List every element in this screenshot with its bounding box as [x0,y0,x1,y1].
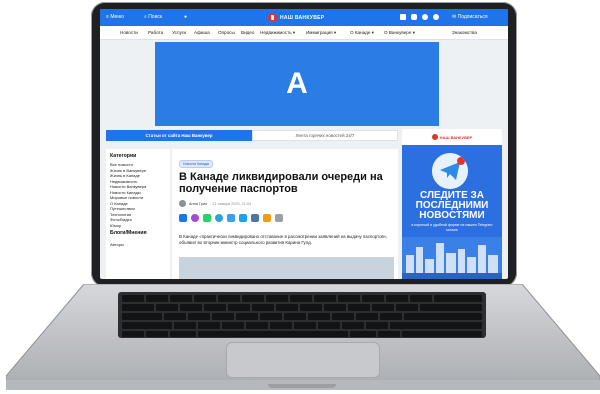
article-title[interactable]: В Канаде ликвидировали очереди на получе… [179,171,394,195]
article-image[interactable] [179,257,394,279]
email-share-icon[interactable] [227,214,235,222]
author-name[interactable]: Анна Грин [189,202,207,206]
subscribe-button[interactable]: ✉ Подписаться [452,14,488,20]
nav-item[interactable]: Иммиграция ▾ [306,30,336,36]
ad-logo: НАШ ВАНКУВЕР [402,129,502,145]
sidebar-item[interactable]: Жизнь в Ванкувере [110,168,146,173]
sidebar-item[interactable]: Путешествия [110,206,135,211]
nav-item[interactable]: Новости [120,30,138,35]
banner-letter: A [286,67,308,100]
nav-item[interactable]: Недвижимость ▾ [260,30,295,36]
telegram-share-icon[interactable] [215,214,223,222]
subscribe-label: Подписаться [457,14,488,20]
nav-item[interactable]: Видео [241,30,254,35]
tab-site-articles[interactable]: Статьи от сайта Наш Ванкувер [106,130,252,141]
sidebar-item[interactable]: Все новости [110,162,133,167]
facebook-share-icon[interactable] [179,214,187,222]
sidebar-heading: Категории [110,153,137,159]
sidebar-item[interactable]: Юмор [110,223,121,228]
logo-mark-icon [268,13,277,22]
nav-item[interactable]: Афиша [194,30,210,35]
user-icon[interactable]: ● [184,14,187,20]
site-logo[interactable]: НАШ ВАНКУВЕР [268,12,324,23]
city-skyline-image [402,237,502,279]
link-share-icon[interactable] [275,214,283,222]
telegram-ad[interactable]: НАШ ВАНКУВЕР СЛЕДИТЕ ЗА ПОСЛЕДНИМИ НОВОС… [402,129,502,279]
ok-share-icon[interactable] [263,214,271,222]
logo-text: НАШ ВАНКУВЕР [280,14,325,21]
nav-item[interactable]: О Ванкувере ▾ [384,30,415,36]
article-lead: В Канаде «практически ликвидировано отст… [179,234,388,245]
instagram-icon[interactable] [411,14,417,20]
article-meta: Анна Грин · 21 января 2023, 21:04 [179,200,251,207]
ad-banner[interactable]: A [155,42,439,126]
sidebar-item[interactable]: Новости Ванкувера [110,184,146,189]
ad-subtext: в короткой и удобной форме на нашем Tele… [411,223,493,232]
menu-label: Меню [110,14,124,20]
avatar [179,200,186,207]
category-badge[interactable]: Новости Канады [179,160,214,168]
sidebar-item[interactable]: Недвижимость [110,179,138,184]
telegram-icon[interactable] [433,14,439,20]
ad-logo-text: НАШ ВАНКУВЕР [439,134,473,140]
nav-item[interactable]: Знакомства [452,30,477,35]
category-sidebar: Категории Все новости Жизнь в Ванкувере … [106,149,170,279]
ad-headline: СЛЕДИТЕ ЗА ПОСЛЕДНИМИ НОВОСТЯМИ [415,190,489,221]
whatsapp-share-icon[interactable] [203,214,211,222]
search-label: Поиск [148,14,163,20]
nav-item[interactable]: Опросы [218,30,235,35]
logo-mark-icon [431,134,438,140]
keyboard [118,292,486,338]
sidebar-item[interactable]: Авторы [110,242,124,247]
search-button[interactable]: ⌕ Поиск [144,14,162,20]
vk-share-icon[interactable] [251,214,259,222]
search-icon: ⌕ [144,14,147,20]
sidebar-item[interactable]: Технологии [110,212,131,217]
trackpad [226,342,380,378]
tab-hot-news[interactable]: Лента горячих новостей 24/7 [252,130,398,141]
sidebar-heading: Блоги/Мнения [110,230,147,236]
nav-item[interactable]: О Канаде ▾ [350,30,374,36]
sidebar-item[interactable]: Жизнь в Канаде [110,173,140,178]
top-bar: ≡ Меню ⌕ Поиск ● НАШ ВАНКУВЕР ✉ Подписат… [100,9,508,26]
article-card: Новости Канады В Канаде ликвидировали оч… [172,149,398,279]
nav-item[interactable]: Услуги [172,30,186,35]
messenger-share-icon[interactable] [191,214,199,222]
lid-notch [268,384,336,388]
telegram-plane-icon [432,153,468,189]
sidebar-item[interactable]: О Канаде [110,201,128,206]
laptop-screen: ≡ Меню ⌕ Поиск ● НАШ ВАНКУВЕР ✉ Подписат… [100,9,508,279]
sidebar-item[interactable]: Новости Канады [110,190,141,195]
main-nav: Новости Работа Услуги Афиша Опросы Видео… [100,26,508,40]
facebook-icon[interactable] [400,14,406,20]
sidebar-item[interactable]: Фото/Видео [110,217,132,222]
mail-icon: ✉ [452,14,457,20]
nav-item[interactable]: Работа [148,30,163,35]
article-date: · 21 января 2023, 21:04 [210,201,252,206]
menu-button[interactable]: ≡ Меню [106,14,124,20]
twitter-share-icon[interactable] [239,214,247,222]
sidebar-item[interactable]: Мировые новости [110,195,143,200]
youtube-icon[interactable] [422,14,428,20]
